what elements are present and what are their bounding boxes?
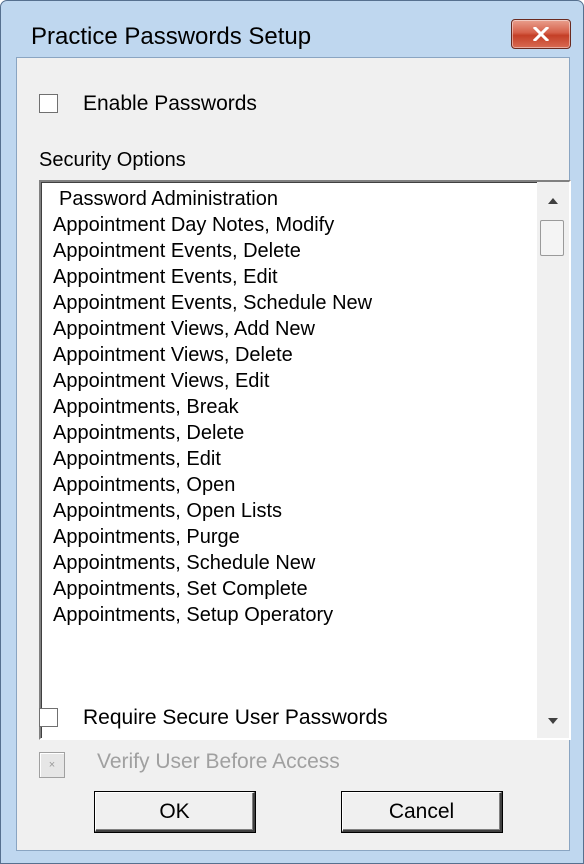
security-option-item[interactable]: Appointments, Open Lists [53,498,533,524]
window-title: Practice Passwords Setup [31,23,312,50]
scroll-up-arrow-icon[interactable] [537,186,569,216]
security-options-list[interactable]: Password Administration Appointment Day N… [39,180,571,740]
security-options-items: Password Administration Appointment Day N… [53,186,533,628]
security-option-item[interactable]: Appointments, Purge [53,524,533,550]
cancel-button[interactable]: Cancel [342,792,502,832]
security-option-item[interactable]: Appointment Day Notes, Modify [53,212,533,238]
scroll-down-arrow-icon[interactable] [537,706,569,736]
vertical-scrollbar[interactable] [537,182,569,738]
close-icon [533,27,549,41]
dialog-client-area: Enable Passwords Security Options Passwo… [16,57,571,851]
security-options-label: Security Options [39,149,186,171]
enable-passwords-checkbox[interactable] [39,94,58,113]
close-button[interactable] [511,19,571,49]
security-option-item[interactable]: Appointments, Setup Operatory [53,602,533,628]
security-option-item[interactable]: Appointment Views, Add New [53,316,533,342]
enable-passwords-label: Enable Passwords [83,92,257,115]
security-option-item[interactable]: Appointment Events, Delete [53,238,533,264]
security-option-item[interactable]: Appointments, Schedule New [53,550,533,576]
verify-user-checkbox: × [39,752,65,778]
scroll-thumb[interactable] [540,220,564,256]
security-option-item[interactable]: Appointment Views, Edit [53,368,533,394]
security-option-item[interactable]: Appointments, Open [53,472,533,498]
ok-button[interactable]: OK [95,792,255,832]
security-option-item[interactable]: Password Administration [53,186,533,212]
security-option-item[interactable]: Appointments, Delete [53,420,533,446]
security-option-item[interactable]: Appointments, Set Complete [53,576,533,602]
verify-user-mark: × [48,759,56,771]
verify-user-label: Verify User Before Access [97,750,340,773]
dialog-window: Practice Passwords Setup Enable Password… [0,0,584,864]
security-option-item[interactable]: Appointment Views, Delete [53,342,533,368]
security-option-item[interactable]: Appointments, Edit [53,446,533,472]
require-secure-passwords-checkbox[interactable] [39,708,58,727]
security-option-item[interactable]: Appointment Events, Edit [53,264,533,290]
require-secure-passwords-label: Require Secure User Passwords [83,706,388,729]
security-option-item[interactable]: Appointments, Break [53,394,533,420]
security-option-item[interactable]: Appointment Events, Schedule New [53,290,533,316]
